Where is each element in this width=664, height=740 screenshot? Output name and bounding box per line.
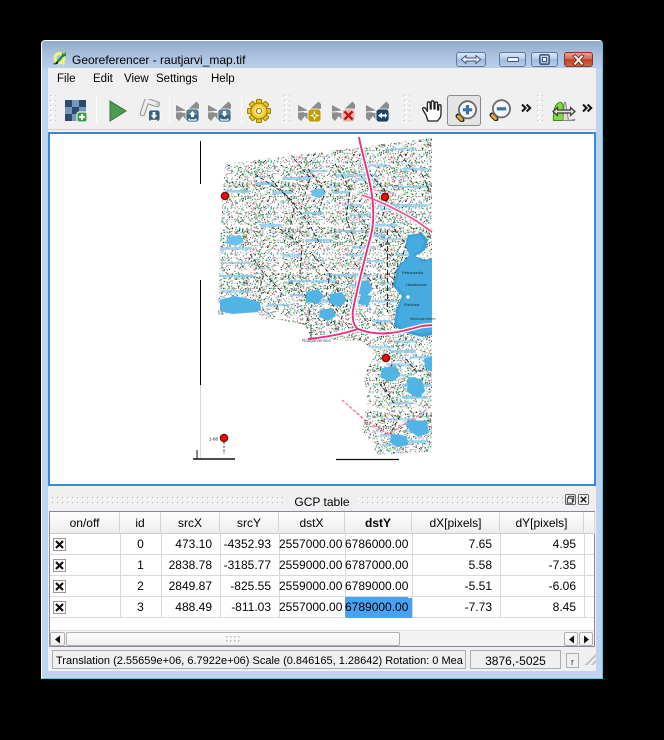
- svg-text:Riekkala: Riekkala: [404, 302, 420, 307]
- svg-text:Haukkavesi: Haukkavesi: [406, 282, 427, 287]
- svg-text:Petranselka: Petranselka: [402, 270, 424, 275]
- svg-text:Rautjarvensuo: Rautjarvensuo: [302, 338, 332, 343]
- svg-text:1-88: 1-88: [209, 437, 219, 442]
- svg-text:Mikkolanniemi: Mikkolanniemi: [410, 316, 435, 321]
